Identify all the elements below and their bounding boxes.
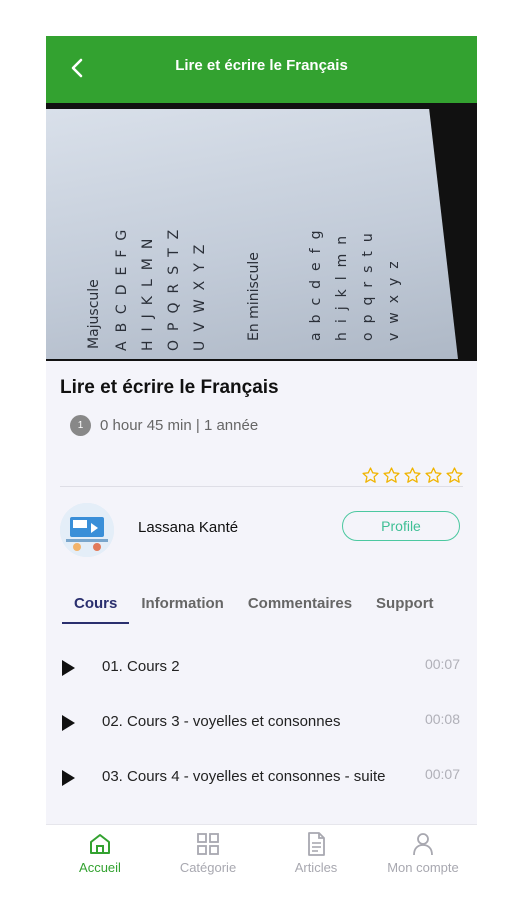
tab-commentaires[interactable]: Commentaires bbox=[236, 591, 364, 624]
home-icon bbox=[90, 834, 110, 854]
instructor-name: Lassana Kanté bbox=[138, 519, 239, 536]
grid-icon bbox=[197, 833, 219, 855]
tab-support[interactable]: Support bbox=[364, 591, 446, 624]
lowercase-row: abcdefg bbox=[308, 221, 324, 341]
play-icon[interactable] bbox=[62, 770, 75, 786]
nav-label: Mon compte bbox=[387, 860, 459, 875]
course-meta: 1 0 hour 45 min | 1 année bbox=[70, 414, 258, 436]
app-bar: Lire et écrire le Français bbox=[46, 36, 477, 103]
lesson-duration: 00:08 bbox=[424, 711, 460, 727]
lowercase-row: vwxyz bbox=[386, 252, 402, 341]
uppercase-row: OPQRSTZ bbox=[166, 220, 182, 351]
lesson-duration: 00:07 bbox=[424, 766, 460, 782]
lowercase-label: En miniscule bbox=[246, 252, 262, 341]
nav-articles[interactable]: Articles bbox=[262, 831, 370, 883]
lowercase-row: hijklmn bbox=[334, 226, 350, 341]
course-cover-image: Majuscule ABCDEFG HIJKLMN OPQRSTZ UVWXYZ… bbox=[46, 103, 477, 361]
uppercase-row: UVWXYZ bbox=[192, 235, 208, 351]
divider bbox=[60, 486, 463, 487]
course-title: Lire et écrire le Français bbox=[60, 377, 279, 398]
level-badge-icon: 1 bbox=[70, 414, 91, 436]
lesson-row[interactable]: 01. Cours 2 00:07 bbox=[46, 641, 477, 695]
play-icon[interactable] bbox=[62, 660, 75, 676]
nav-label: Articles bbox=[294, 860, 338, 875]
app-screen: Lire et écrire le Français Majuscule ABC… bbox=[46, 36, 477, 884]
lesson-duration: 00:07 bbox=[424, 656, 460, 672]
lesson-row[interactable]: 02. Cours 3 - voyelles et consonnes 00:0… bbox=[46, 696, 477, 750]
page-title: Lire et écrire le Français bbox=[175, 57, 348, 74]
tab-cours[interactable]: Cours bbox=[62, 591, 130, 624]
lesson-title: 03. Cours 4 - voyelles et consonnes - su… bbox=[102, 768, 386, 785]
star-icon[interactable] bbox=[445, 466, 464, 485]
rating-stars[interactable] bbox=[361, 466, 464, 485]
nav-categorie[interactable]: Catégorie bbox=[154, 831, 262, 883]
nav-label: Accueil bbox=[79, 860, 121, 875]
alphabet-sheet: Majuscule ABCDEFG HIJKLMN OPQRSTZ UVWXYZ… bbox=[46, 109, 458, 359]
instructor-avatar bbox=[60, 503, 114, 557]
uppercase-label: Majuscule bbox=[86, 279, 102, 349]
nav-label: Catégorie bbox=[179, 860, 237, 875]
document-icon bbox=[308, 832, 325, 856]
bottom-navigation: Accueil Catégorie Articles Mon compte bbox=[46, 824, 477, 884]
lowercase-row: opqrstu bbox=[360, 224, 376, 341]
star-icon[interactable] bbox=[361, 466, 380, 485]
star-icon[interactable] bbox=[424, 466, 443, 485]
lesson-title: 01. Cours 2 bbox=[102, 658, 180, 675]
nav-accueil[interactable]: Accueil bbox=[46, 831, 154, 883]
lesson-row[interactable]: 03. Cours 4 - voyelles et consonnes - su… bbox=[46, 751, 477, 805]
user-icon bbox=[413, 833, 433, 856]
uppercase-row: ABCDEFG bbox=[114, 220, 130, 351]
lesson-title: 02. Cours 3 - voyelles et consonnes bbox=[102, 713, 341, 730]
profile-button[interactable]: Profile bbox=[342, 511, 460, 541]
star-icon[interactable] bbox=[382, 466, 401, 485]
uppercase-row: HIJKLMN bbox=[140, 229, 156, 351]
course-tabs: Cours Information Commentaires Support bbox=[62, 591, 446, 624]
nav-mon-compte[interactable]: Mon compte bbox=[369, 831, 477, 883]
course-duration: 0 hour 45 min | 1 année bbox=[100, 416, 259, 434]
play-icon[interactable] bbox=[62, 715, 75, 731]
tab-information[interactable]: Information bbox=[129, 591, 236, 624]
star-icon[interactable] bbox=[403, 466, 422, 485]
